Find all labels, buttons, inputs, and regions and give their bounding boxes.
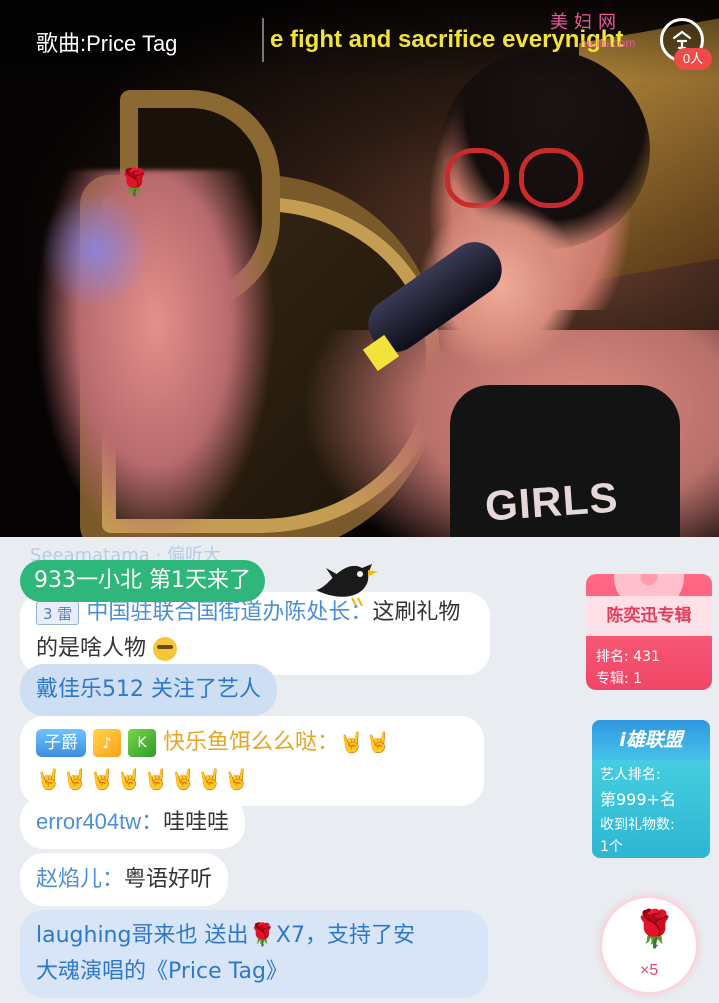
chat-username[interactable]: 快乐鱼饵么么哒 (163, 729, 317, 754)
chat-username[interactable]: error404tw (36, 809, 141, 834)
union-gift-label: 收到礼物数: (600, 817, 675, 833)
divider (262, 18, 264, 62)
union-rank-label: 艺人排名: (600, 767, 661, 783)
chat-separator: ： (102, 866, 125, 891)
chat-separator: ： (317, 730, 340, 755)
union-rank-value: 第999+名 (600, 790, 676, 809)
hand-glow (40, 190, 150, 310)
chat-message: 赵焰儿：粤语好听 (20, 853, 229, 906)
gift-text-suffix: X7，支持了安 (275, 923, 415, 948)
rose-gift-button[interactable]: 🌹 ×5 (600, 896, 698, 994)
album-count: 专辑: 1 (596, 671, 643, 687)
floating-rose-icon: 🌹 (118, 168, 151, 198)
k-badge-icon: K (128, 729, 156, 757)
bird-icon (316, 564, 378, 606)
song-title: 歌曲:Price Tag (36, 31, 178, 56)
level-badge: 3 雷 (36, 601, 80, 625)
viewer-count-badge: 0人 (674, 48, 712, 70)
watermark-url: meifu.com (580, 36, 636, 50)
music-badge-icon: ♪ (93, 729, 121, 757)
chat-message: 3 雷 中国驻联合国街道办陈处长：这刷礼物的是啥人物 (20, 592, 490, 675)
cool-face-emoji-icon (153, 637, 178, 661)
chat-message-follow: 戴佳乐512 关注了艺人 (20, 664, 277, 716)
welcome-banner: 933一小北 第1天来了 (20, 560, 265, 602)
chat-text: 哇哇哇 (163, 810, 230, 835)
chat-username[interactable]: 赵焰儿 (36, 866, 102, 891)
rock-hand-emojis: 🤘🤘🤘🤘🤘🤘🤘🤘 (36, 767, 252, 791)
shirt-text: GIRLS (483, 473, 620, 530)
gift-count: ×5 (640, 962, 659, 979)
chat-message: error404tw：哇哇哇 (20, 796, 246, 849)
chat-message-gift: laughing哥来也 送出🌹X7，支持了安 大魂演唱的《Price Tag》 (20, 910, 488, 998)
rose-icon: 🌹 (632, 909, 677, 950)
title-badge: 子爵 (36, 729, 86, 757)
union-card[interactable]: i雄联盟 艺人排名: 第999+名 收到礼物数: 1个 (592, 720, 710, 858)
chat-separator: ： (141, 809, 164, 834)
album-card-title: 陈奕迅专辑 (586, 596, 712, 636)
chat-text: 粤语好听 (124, 867, 213, 892)
union-card-title: i雄联盟 (592, 720, 710, 760)
gift-text-line2: 大魂演唱的《Price Tag》 (36, 959, 288, 984)
watermark-logo: 美妇网 (550, 12, 622, 33)
follow-text: 戴佳乐512 关注了艺人 (36, 677, 261, 702)
album-rank: 排名: 431 (596, 649, 660, 665)
chat-username[interactable]: 中国驻联合国街道办陈处长 (86, 599, 350, 624)
rose-icon: 🌹 (248, 923, 276, 948)
rock-hand-emojis: 🤘🤘 (339, 730, 393, 754)
album-card[interactable]: 陈奕迅专辑 排名: 431 专辑: 1 (586, 574, 712, 690)
union-gift-value: 1个 (600, 839, 623, 855)
live-video[interactable]: GIRLS 🌹 歌曲:Price Tag e fight and sacrifi… (0, 0, 719, 537)
chat-message: 子爵 ♪ K 快乐鱼饵么么哒：🤘🤘 🤘🤘🤘🤘🤘🤘🤘🤘 (20, 716, 484, 806)
gift-text-prefix: laughing哥来也 送出 (36, 923, 249, 948)
